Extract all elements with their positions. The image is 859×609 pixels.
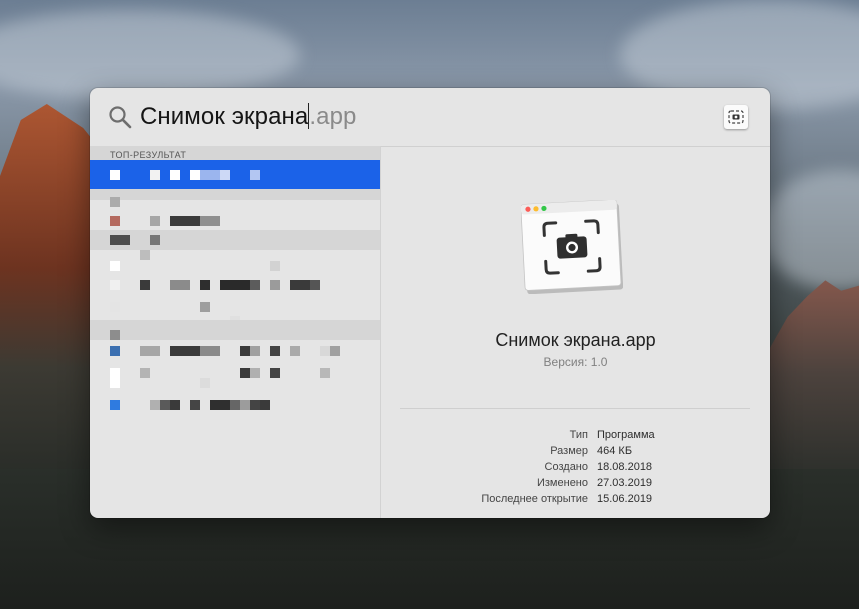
search-input[interactable]: Снимок экрана.app: [140, 103, 356, 131]
info-label: Тип: [569, 429, 588, 441]
result-row[interactable]: [90, 362, 380, 392]
result-label: [290, 346, 300, 356]
result-label: [150, 400, 160, 410]
result-label: [170, 346, 200, 356]
result-label: [150, 216, 160, 226]
result-label: [140, 346, 160, 356]
info-label: Изменено: [536, 477, 588, 489]
info-row-type: Тип Программа: [381, 429, 770, 445]
result-icon: [110, 216, 120, 226]
info-value: 27.03.2019: [597, 477, 653, 489]
info-value: Программа: [597, 429, 655, 441]
result-label: [240, 346, 250, 356]
info-label: Последнее открытие: [481, 493, 588, 505]
result-label: [250, 170, 260, 180]
section-header: [90, 320, 380, 340]
preview-app-title: Снимок экрана.app: [495, 330, 656, 350]
result-label: [250, 368, 260, 378]
search-completion: .app: [309, 103, 357, 130]
search-query: Снимок экрана: [140, 103, 309, 130]
info-row-modified: Изменено 27.03.2019: [381, 477, 770, 493]
section-header: [90, 230, 380, 250]
info-row-size: Размер 464 КБ: [381, 445, 770, 461]
result-icon: [110, 197, 120, 207]
result-row[interactable]: [90, 396, 380, 418]
result-label: [330, 346, 340, 356]
result-label: [140, 368, 150, 378]
result-label: [250, 280, 260, 290]
result-label: [270, 280, 280, 290]
section-label: [150, 235, 160, 245]
section-label: [110, 330, 120, 340]
result-label: [170, 400, 180, 410]
search-bar: Снимок экрана.app: [90, 88, 770, 147]
result-icon: [110, 302, 120, 312]
result-label: [170, 280, 190, 290]
result-label: [320, 368, 330, 378]
result-label: [190, 400, 200, 410]
result-row-selected[interactable]: [90, 160, 380, 189]
result-label: [150, 170, 160, 180]
result-label: [270, 346, 280, 356]
result-label: [200, 378, 210, 388]
result-label: [270, 368, 280, 378]
result-label: [200, 302, 210, 312]
preview-divider: [400, 408, 750, 409]
result-icon: [110, 280, 120, 290]
preview-version: Версия: 1.0: [543, 355, 608, 369]
result-label: [250, 346, 260, 356]
result-label: [310, 280, 320, 290]
result-icon: [110, 346, 120, 356]
result-label: [170, 170, 180, 180]
result-label: [220, 280, 250, 290]
result-label: [270, 261, 280, 271]
result-label: [260, 400, 270, 410]
screenshot-app-icon: [521, 200, 623, 294]
info-label: Создано: [544, 461, 588, 473]
preview-pane: Снимок экрана.app Версия: 1.0 Тип Програ…: [381, 146, 770, 518]
result-label: [200, 170, 220, 180]
info-row-created: Создано 18.08.2018: [381, 461, 770, 477]
section-label-top-hit: ТОП-РЕЗУЛЬТАТ: [110, 150, 187, 160]
result-label: [220, 170, 230, 180]
result-label: [160, 400, 170, 410]
result-label: [210, 400, 230, 410]
result-label: [240, 368, 250, 378]
results-list: ТОП-РЕЗУЛЬТАТ: [90, 146, 381, 518]
result-label: [200, 216, 220, 226]
result-icon: [110, 368, 120, 388]
result-label: [320, 346, 330, 356]
magnifier-icon: [109, 106, 132, 129]
result-label: [290, 280, 310, 290]
info-label: Размер: [550, 445, 588, 457]
section-label: [110, 235, 130, 245]
result-label: [200, 280, 210, 290]
result-icon: [110, 261, 120, 271]
info-row-last-opened: Последнее открытие 15.06.2019: [381, 493, 770, 509]
result-icon: [110, 170, 120, 180]
result-label: [240, 400, 250, 410]
result-icon: [110, 400, 120, 410]
wallpaper-cloud: [0, 10, 300, 100]
info-value: 15.06.2019: [597, 493, 653, 505]
result-label: [200, 346, 220, 356]
result-label: [250, 400, 260, 410]
result-row[interactable]: [90, 274, 380, 296]
info-value: 464 КБ: [597, 445, 633, 457]
result-row[interactable]: [90, 210, 380, 232]
result-row[interactable]: [90, 250, 380, 272]
result-label: [190, 170, 200, 180]
spotlight-window: Снимок экрана.app ТОП-РЕЗУЛЬТАТ Снимок э…: [90, 88, 770, 518]
screenshot-app-icon: [724, 105, 748, 129]
result-label: [140, 280, 150, 290]
result-label: [170, 216, 200, 226]
result-label: [230, 400, 240, 410]
wallpaper-cloud: [760, 170, 859, 290]
result-label: [140, 250, 150, 260]
info-value: 18.08.2018: [597, 461, 653, 473]
result-row[interactable]: [90, 340, 380, 362]
